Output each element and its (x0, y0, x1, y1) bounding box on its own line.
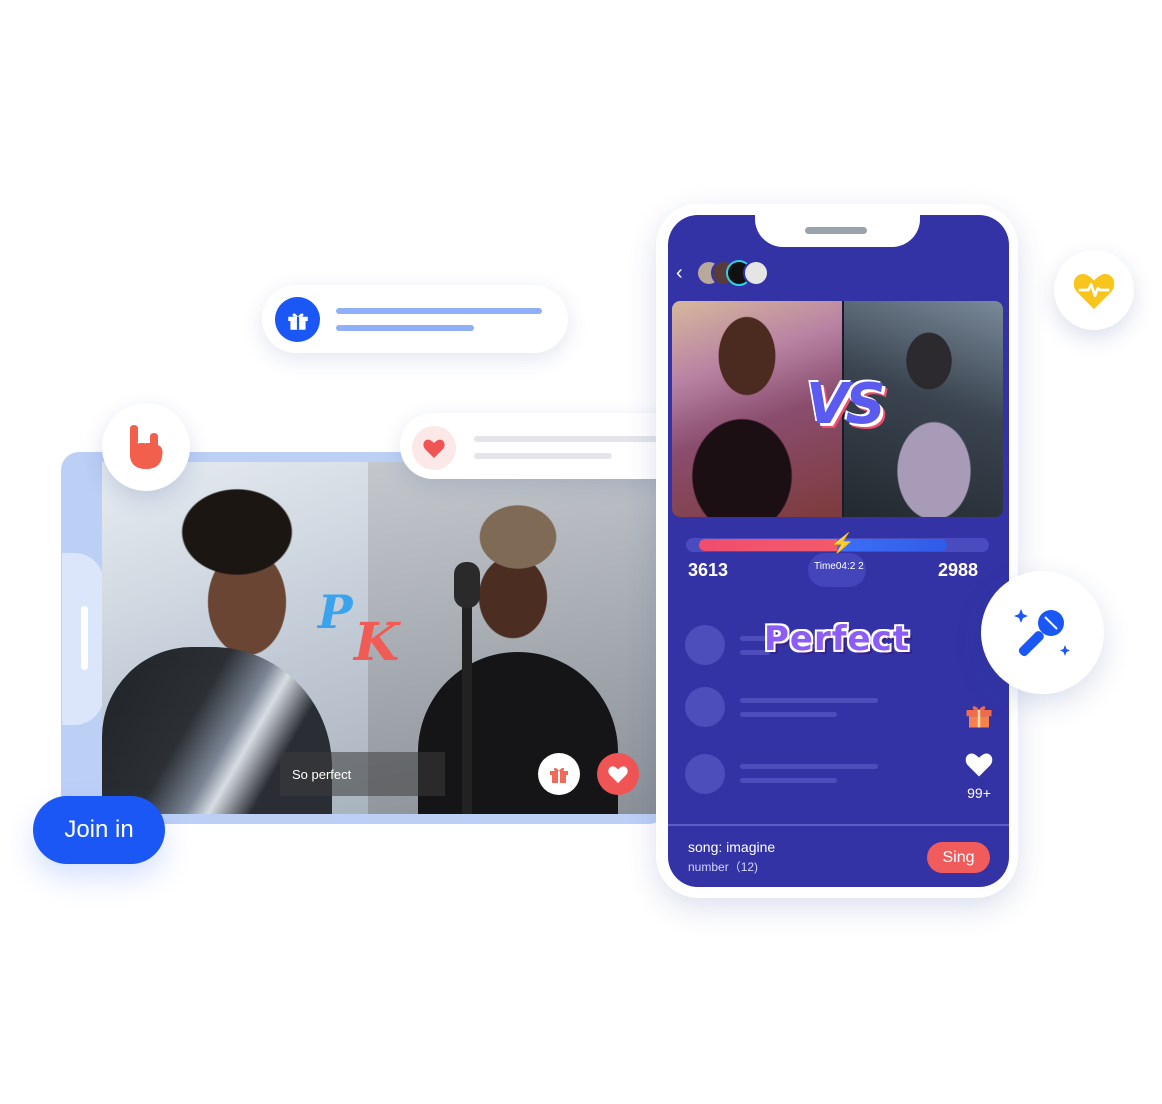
pk-logo-k: K (354, 612, 400, 673)
chat-avatar (685, 687, 725, 727)
like-notification-icon-wrap (412, 426, 456, 470)
score-left: 3613 (688, 560, 729, 580)
phone-like-button[interactable] (964, 750, 994, 780)
heartbeat-icon (1073, 273, 1115, 310)
chat-placeholder-line (740, 698, 878, 703)
chat-placeholder-line (740, 712, 837, 717)
chat-placeholder-line (740, 778, 837, 783)
chat-avatar (685, 625, 725, 665)
gift-notification-icon-wrap (275, 297, 320, 342)
back-arrow-icon[interactable]: ‹ (676, 262, 690, 284)
score-right: 2988 (938, 560, 979, 580)
like-notification-placeholder-line (474, 453, 612, 459)
microphone-icon (1013, 608, 1070, 656)
chat-placeholder-line (740, 764, 878, 769)
like-button[interactable] (597, 753, 639, 795)
rock-hand-icon (130, 425, 163, 469)
pk-progress-left (699, 539, 837, 551)
pk-logo-p: P (318, 585, 353, 639)
landscape-side-handle[interactable] (81, 606, 88, 670)
heart-icon (965, 753, 993, 777)
microphone-badge[interactable] (981, 571, 1104, 694)
gift-notification-placeholder-line (336, 325, 474, 331)
vs-badge: VS (806, 372, 886, 437)
pk-timer-text: Time04:2 2 (814, 561, 864, 572)
sing-button[interactable]: Sing (927, 842, 990, 873)
studio-mic (454, 562, 480, 608)
gift-button[interactable] (538, 753, 580, 795)
rock-reaction-badge[interactable] (102, 403, 190, 491)
phone-speaker (805, 227, 867, 234)
phone-gift-button[interactable] (964, 700, 994, 730)
heartbeat-badge[interactable] (1054, 250, 1134, 330)
gift-icon (966, 706, 992, 728)
like-count: 99+ (967, 785, 991, 801)
gift-icon (550, 767, 568, 783)
heart-icon (423, 439, 445, 458)
chat-avatar (685, 754, 725, 794)
song-number: number（12) (688, 860, 759, 874)
join-in-button[interactable]: Join in (33, 796, 165, 864)
gift-notification-placeholder-line (336, 308, 542, 314)
song-title: song: imagine (688, 839, 776, 855)
comment-text: So perfect (292, 767, 352, 782)
audience-avatar[interactable] (743, 260, 769, 286)
perfect-badge: Perfect (764, 619, 911, 659)
heart-icon (608, 766, 628, 784)
studio-mic-stand (462, 582, 472, 814)
singer-right-figure (418, 652, 618, 814)
gift-icon (287, 312, 308, 330)
phone-divider (668, 824, 1009, 826)
